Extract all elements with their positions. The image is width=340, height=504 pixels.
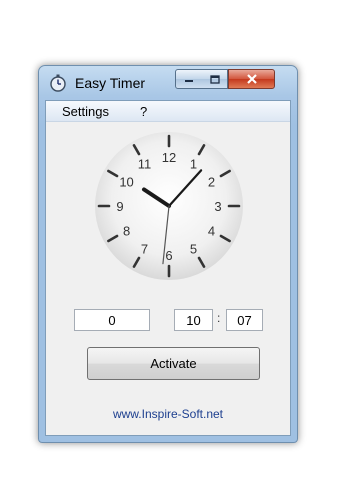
activate-button[interactable]: Activate [87, 347, 260, 380]
menu-bar: Settings ? [46, 101, 290, 122]
clock-number: 6 [165, 248, 172, 263]
maximize-icon [209, 74, 220, 84]
clock-number: 4 [208, 224, 215, 239]
close-icon [246, 74, 257, 84]
timer-field-left[interactable]: 0 [74, 309, 150, 331]
analog-clock: 12 1 2 3 4 5 6 7 8 9 10 11 [92, 129, 246, 283]
close-button[interactable] [228, 69, 275, 89]
minimize-button[interactable] [175, 69, 203, 89]
window-title: Easy Timer [75, 75, 146, 91]
clock-number: 8 [123, 224, 130, 239]
client-area: Settings ? 12 1 2 3 4 5 6 7 8 9 10 11 0 10 : [45, 100, 291, 436]
clock-number: 5 [190, 241, 197, 256]
clock-number: 11 [138, 157, 152, 172]
menu-help[interactable]: ? [140, 104, 147, 119]
clock-face: 12 12 3 45 6 789 10 11 [95, 132, 243, 280]
stopwatch-icon [50, 74, 66, 92]
time-separator: : [217, 311, 221, 325]
clock-number: 1 [190, 157, 197, 172]
clock-number: 2 [208, 175, 215, 190]
clock-number: 9 [116, 199, 123, 214]
clock-number: 12 [162, 150, 176, 165]
title-bar[interactable]: Easy Timer [39, 66, 297, 100]
clock-number: 7 [141, 241, 148, 256]
clock-number: 10 [119, 175, 133, 190]
menu-settings[interactable]: Settings [62, 104, 109, 119]
timer-hours-field[interactable]: 10 [174, 309, 213, 331]
timer-minutes-field[interactable]: 07 [226, 309, 263, 331]
clock-number: 3 [214, 199, 221, 214]
maximize-button[interactable] [202, 69, 228, 89]
website-link[interactable]: www.Inspire-Soft.net [46, 407, 290, 421]
minimize-icon [185, 80, 193, 82]
easy-timer-window: Easy Timer Settings ? 12 1 2 3 4 5 6 7 8… [38, 65, 298, 443]
